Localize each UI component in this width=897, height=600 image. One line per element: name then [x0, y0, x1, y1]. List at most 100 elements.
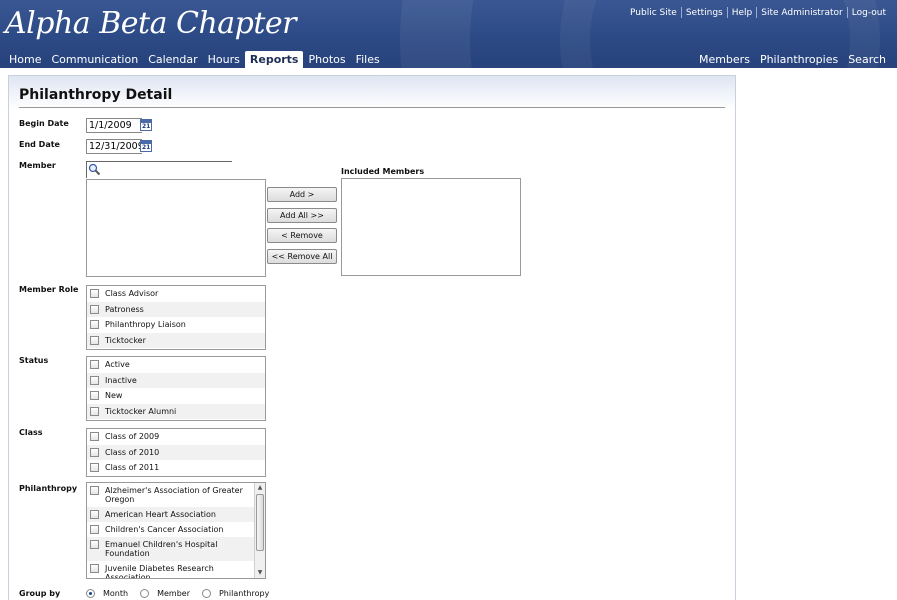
status-option[interactable]: Ticktocker Alumni [87, 403, 265, 420]
group-by-month-label: Month [103, 589, 129, 598]
checkbox[interactable] [90, 320, 99, 330]
included-members-list[interactable] [341, 178, 521, 276]
checkbox[interactable] [90, 375, 99, 385]
remove-all-button[interactable]: << Remove All [267, 249, 337, 264]
group-by-label: Group by [19, 589, 61, 598]
option-label: Children's Cancer Association [105, 525, 224, 534]
site-administrator-link[interactable]: Site Administrator [757, 8, 847, 18]
member-search-input[interactable] [86, 161, 232, 178]
nav-hours[interactable]: Hours [203, 51, 245, 68]
page-title: Philanthropy Detail [19, 87, 173, 103]
option-label: Philanthropy Liaison [105, 320, 186, 330]
logout-link[interactable]: Log-out [848, 8, 890, 18]
nav-photos[interactable]: Photos [303, 51, 350, 68]
checkbox[interactable] [90, 391, 99, 401]
option-label: Inactive [105, 375, 137, 385]
app-header: Alpha Beta Chapter Public Site Settings … [0, 0, 897, 68]
remove-button[interactable]: < Remove [267, 228, 337, 243]
public-site-link[interactable]: Public Site [626, 8, 681, 18]
nav-calendar[interactable]: Calendar [143, 51, 202, 68]
group-by-member-label: Member [157, 589, 190, 598]
end-date-label: End Date [19, 140, 60, 149]
philanthropy-option[interactable]: Children's Cancer Association [87, 522, 265, 537]
scroll-up-arrow-icon[interactable]: ▲ [256, 484, 264, 492]
nav-files[interactable]: Files [351, 51, 385, 68]
class-option[interactable]: Class of 2011 [87, 460, 265, 476]
nav-members[interactable]: Members [694, 51, 755, 68]
available-members-list[interactable] [86, 179, 266, 277]
nav-philanthropies[interactable]: Philanthropies [755, 51, 843, 68]
checkbox[interactable] [90, 304, 99, 314]
philanthropy-scrollbar[interactable]: ▲ ▼ [254, 483, 265, 578]
add-all-button[interactable]: Add All >> [267, 208, 337, 223]
option-label: Class of 2010 [105, 447, 160, 457]
option-label: Patroness [105, 304, 144, 314]
checkbox[interactable] [90, 463, 99, 473]
checkbox[interactable] [90, 360, 99, 370]
philanthropy-list[interactable]: Alzheimer's Association of Greater Orego… [86, 482, 266, 579]
checkbox[interactable] [90, 486, 99, 495]
checkbox[interactable] [90, 336, 99, 346]
nav-reports[interactable]: Reports [244, 51, 304, 68]
checkbox[interactable] [90, 564, 99, 573]
status-option[interactable]: Inactive [87, 372, 265, 389]
philanthropy-label: Philanthropy [19, 484, 78, 493]
chapter-logo[interactable]: Alpha Beta Chapter [5, 6, 297, 41]
checkbox[interactable] [90, 289, 99, 299]
member-role-option[interactable]: Class Advisor [87, 286, 265, 302]
nav-communication[interactable]: Communication [46, 51, 143, 68]
option-label: Alzheimer's Association of Greater Orego… [105, 486, 243, 504]
group-by-philanthropy-label: Philanthropy [218, 589, 270, 598]
checkbox[interactable] [90, 432, 99, 442]
settings-link[interactable]: Settings [682, 8, 727, 18]
scroll-down-arrow-icon[interactable]: ▼ [256, 569, 264, 577]
checkbox[interactable] [90, 525, 99, 534]
option-label: Active [105, 360, 130, 370]
checkbox[interactable] [90, 510, 99, 519]
philanthropy-option[interactable]: American Heart Association [87, 507, 265, 522]
help-link[interactable]: Help [728, 8, 757, 18]
option-label: Ticktocker Alumni [105, 407, 177, 417]
class-group: Class of 2009 Class of 2010 Class of 201… [86, 428, 266, 477]
add-button[interactable]: Add > [267, 187, 337, 202]
member-role-option[interactable]: Philanthropy Liaison [87, 317, 265, 333]
report-panel: Philanthropy Detail Begin Date 1/1/2009 … [8, 75, 736, 600]
status-option[interactable]: Active [87, 357, 265, 373]
checkbox[interactable] [90, 540, 99, 549]
checkbox[interactable] [90, 407, 99, 417]
philanthropy-option[interactable]: Juvenile Diabetes Research Association [87, 561, 265, 579]
end-date-input[interactable]: 12/31/2009 [86, 139, 144, 154]
begin-date-input[interactable]: 1/1/2009 [86, 118, 142, 133]
option-label: Juvenile Diabetes Research Association [105, 564, 214, 579]
member-role-option[interactable]: Ticktocker [87, 332, 265, 349]
class-label: Class [19, 428, 43, 437]
class-option[interactable]: Class of 2009 [87, 429, 265, 445]
option-label: Class of 2011 [105, 463, 160, 473]
philanthropy-option[interactable]: Alzheimer's Association of Greater Orego… [87, 483, 265, 507]
member-role-group: Class Advisor Patroness Philanthropy Lia… [86, 285, 266, 350]
nav-home[interactable]: Home [4, 51, 46, 68]
group-by-member-radio[interactable] [140, 589, 150, 598]
utility-nav: Public Site Settings Help Site Administr… [626, 7, 890, 18]
calendar-icon-day: 21 [142, 144, 151, 151]
option-label: American Heart Association [105, 510, 216, 519]
option-label: Class of 2009 [105, 432, 160, 442]
begin-date-label: Begin Date [19, 119, 69, 128]
group-by-philanthropy-radio[interactable] [201, 589, 211, 598]
scroll-thumb[interactable] [256, 494, 264, 551]
search-icon [88, 163, 101, 176]
main-nav: Home Communication Calendar Hours Report… [4, 51, 385, 68]
status-label: Status [19, 356, 49, 365]
group-by-month-radio[interactable] [86, 589, 95, 598]
nav-search[interactable]: Search [843, 51, 891, 68]
status-group: Active Inactive New Ticktocker Alumni [86, 356, 266, 421]
member-role-option[interactable]: Patroness [87, 301, 265, 318]
checkbox[interactable] [90, 447, 99, 457]
calendar-icon-day: 21 [142, 123, 151, 130]
philanthropy-option[interactable]: Emanuel Children's Hospital Foundation [87, 537, 265, 561]
begin-date-calendar-icon[interactable]: 21 [140, 119, 152, 131]
class-option[interactable]: Class of 2010 [87, 444, 265, 461]
status-option[interactable]: New [87, 388, 265, 404]
title-divider [19, 107, 725, 108]
end-date-calendar-icon[interactable]: 21 [140, 140, 152, 152]
